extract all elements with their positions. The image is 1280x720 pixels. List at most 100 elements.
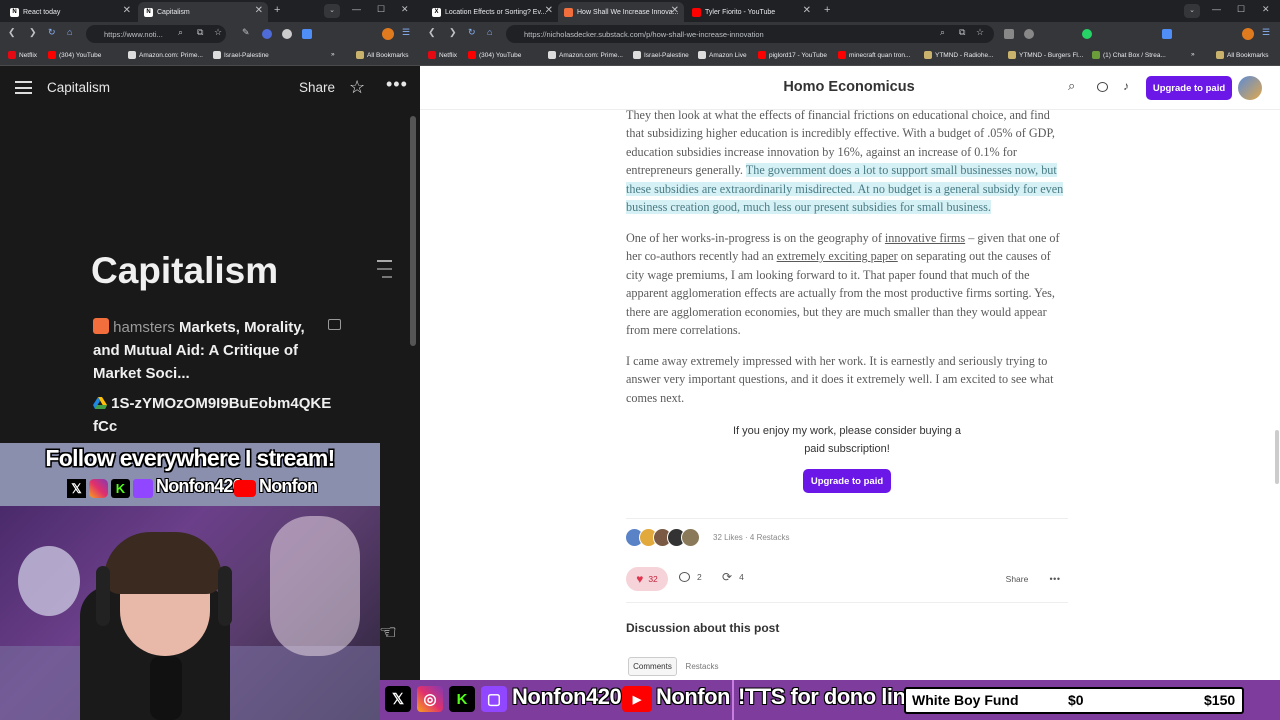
minimize-icon[interactable]: —	[352, 4, 361, 14]
close-icon[interactable]: ✕	[803, 5, 811, 16]
all-bookmarks[interactable]: All Bookmarks	[356, 51, 409, 59]
more-bookmarks-icon[interactable]: »	[1191, 51, 1195, 58]
drive-link-block[interactable]: 1S-zYMOzOM9I9BuEobm4QKEfCc	[93, 392, 333, 438]
address-bar[interactable]: https://www.noti...	[86, 25, 226, 43]
x-logo-icon: 𝕏	[67, 479, 86, 498]
back-icon[interactable]: ❮	[428, 27, 436, 38]
extension-icon[interactable]	[1082, 29, 1092, 39]
profile-avatar[interactable]	[1242, 28, 1254, 40]
scrollbar[interactable]	[1275, 430, 1279, 484]
bookmark-item[interactable]: Israel-Palestine	[213, 51, 269, 59]
share-button[interactable]: Share	[299, 80, 335, 95]
extension-icon[interactable]	[1024, 29, 1034, 39]
scrollbar[interactable]	[410, 116, 416, 346]
share-button[interactable]: Share	[997, 569, 1037, 589]
bookmark-star-icon[interactable]: ☆	[976, 27, 984, 38]
more-options-icon[interactable]: •••	[386, 74, 408, 95]
comment-button[interactable]: 2	[679, 572, 702, 582]
likes-summary[interactable]: 32 Likes · 4 Restacks	[713, 533, 789, 542]
exciting-paper-link[interactable]: extremely exciting paper	[777, 249, 898, 263]
tab-comments[interactable]: Comments	[628, 657, 677, 676]
substack-icon	[564, 7, 573, 17]
menu-icon[interactable]: ☰	[402, 27, 410, 38]
bookmark-item[interactable]: YTMND - Burgers Fl...	[1008, 51, 1083, 59]
extension-icon[interactable]	[282, 29, 292, 39]
close-icon[interactable]: ✕	[545, 5, 553, 16]
link-block[interactable]: hamsters Markets, Morality, and Mutual A…	[93, 316, 323, 385]
address-bar[interactable]: https://nicholasdecker.substack.com/p/ho…	[506, 25, 994, 43]
extension-icon[interactable]	[302, 29, 312, 39]
tab-restacks[interactable]: Restacks	[679, 657, 725, 676]
bookmark-star-icon[interactable]: ☆	[214, 27, 222, 38]
bookmark-item[interactable]: Amazon.com: Prime...	[128, 51, 203, 59]
innovative-firms-link[interactable]: innovative firms	[885, 231, 965, 245]
favorite-star-icon[interactable]: ☆	[349, 77, 365, 98]
maximize-icon[interactable]: ☐	[377, 4, 385, 15]
liker-avatars[interactable]	[625, 528, 705, 548]
home-icon[interactable]: ⌂	[487, 27, 492, 37]
close-icon[interactable]: ✕	[123, 5, 131, 16]
tab-youtube[interactable]: Tyler Fiorito - YouTube ✕	[686, 2, 816, 22]
tab-location-effects[interactable]: X Location Effects or Sorting? Ev... ✕	[426, 2, 558, 22]
user-avatar[interactable]	[1238, 76, 1262, 100]
minimize-icon[interactable]: —	[1212, 4, 1221, 14]
upgrade-cta-button[interactable]: Upgrade to paid	[803, 469, 891, 493]
bell-icon[interactable]: ♪	[1123, 79, 1129, 93]
tab-react-today[interactable]: N React today ✕	[4, 2, 136, 22]
bookmark-item[interactable]: Netflix	[428, 51, 457, 59]
restack-button[interactable]: ⟳ 4	[722, 570, 744, 584]
more-options-icon[interactable]: •••	[1044, 569, 1066, 589]
pen-icon[interactable]: ✎	[242, 27, 250, 38]
forward-icon[interactable]: ❯	[29, 27, 37, 38]
bookmark-item[interactable]: Israel-Palestine	[633, 51, 689, 59]
more-bookmarks-icon[interactable]: »	[331, 51, 335, 58]
hamburger-icon[interactable]	[15, 81, 32, 94]
curtain	[270, 516, 360, 656]
reload-icon[interactable]: ↻	[468, 27, 476, 38]
bookmark-item[interactable]: YTMND - Radiohe...	[924, 51, 994, 59]
bookmark-item[interactable]: piglord17 - YouTube	[758, 51, 827, 59]
chat-icon[interactable]	[1097, 82, 1108, 92]
new-tab-icon[interactable]: +	[824, 4, 830, 16]
page-title[interactable]: Capitalism	[91, 250, 278, 292]
tab-innovation-article[interactable]: How Shall We Increase Innova... ✕	[558, 2, 684, 22]
share-page-icon[interactable]: ⧉	[959, 27, 965, 38]
bookmark-item[interactable]: (1) Chat Box / Strea...	[1092, 51, 1166, 59]
tab-search-icon[interactable]: ⌄	[1184, 4, 1200, 18]
tab-search-icon[interactable]: ⌄	[324, 4, 340, 18]
forward-icon[interactable]: ❯	[449, 27, 457, 38]
tab-capitalism[interactable]: N Capitalism ✕	[138, 2, 268, 22]
maximize-icon[interactable]: ☐	[1237, 4, 1245, 15]
reload-icon[interactable]: ↻	[48, 27, 56, 38]
bookmark-item[interactable]: (304) YouTube	[468, 51, 521, 59]
comment-icon[interactable]	[328, 319, 341, 330]
bookmark-item[interactable]: Netflix	[8, 51, 37, 59]
bookmark-item[interactable]: (304) YouTube	[48, 51, 101, 59]
breadcrumb[interactable]: Capitalism	[47, 80, 110, 95]
extension-icon[interactable]	[1162, 29, 1172, 39]
new-tab-icon[interactable]: +	[274, 4, 280, 16]
home-icon[interactable]: ⌂	[67, 27, 72, 37]
close-window-icon[interactable]: ✕	[401, 4, 409, 15]
bookmark-item[interactable]: minecraft quan tron...	[838, 51, 910, 59]
zoom-icon[interactable]: ⌕	[940, 27, 945, 38]
profile-avatar[interactable]	[382, 28, 394, 40]
back-icon[interactable]: ❮	[8, 27, 16, 38]
close-icon[interactable]: ✕	[255, 5, 263, 16]
menu-icon[interactable]: ☰	[1262, 27, 1270, 38]
zoom-icon[interactable]: ⌕	[178, 27, 183, 38]
outline-icon[interactable]	[377, 260, 392, 278]
install-icon[interactable]: ⧉	[197, 27, 203, 38]
search-icon[interactable]: ⌕	[1068, 78, 1075, 94]
close-icon[interactable]: ✕	[671, 5, 679, 16]
close-window-icon[interactable]: ✕	[1262, 4, 1270, 15]
extension-icon[interactable]	[1004, 29, 1014, 39]
bookmark-item[interactable]: Amazon Live	[698, 51, 747, 59]
bookmark-item[interactable]: Amazon.com: Prime...	[548, 51, 623, 59]
all-bookmarks[interactable]: All Bookmarks	[1216, 51, 1269, 59]
x-logo-icon: 𝕏	[385, 686, 411, 712]
tts-text: !TTS for dono link	[738, 684, 918, 709]
upgrade-button[interactable]: Upgrade to paid	[1146, 76, 1232, 100]
extension-icon[interactable]	[262, 29, 272, 39]
like-button[interactable]: ♥ 32	[626, 567, 668, 591]
